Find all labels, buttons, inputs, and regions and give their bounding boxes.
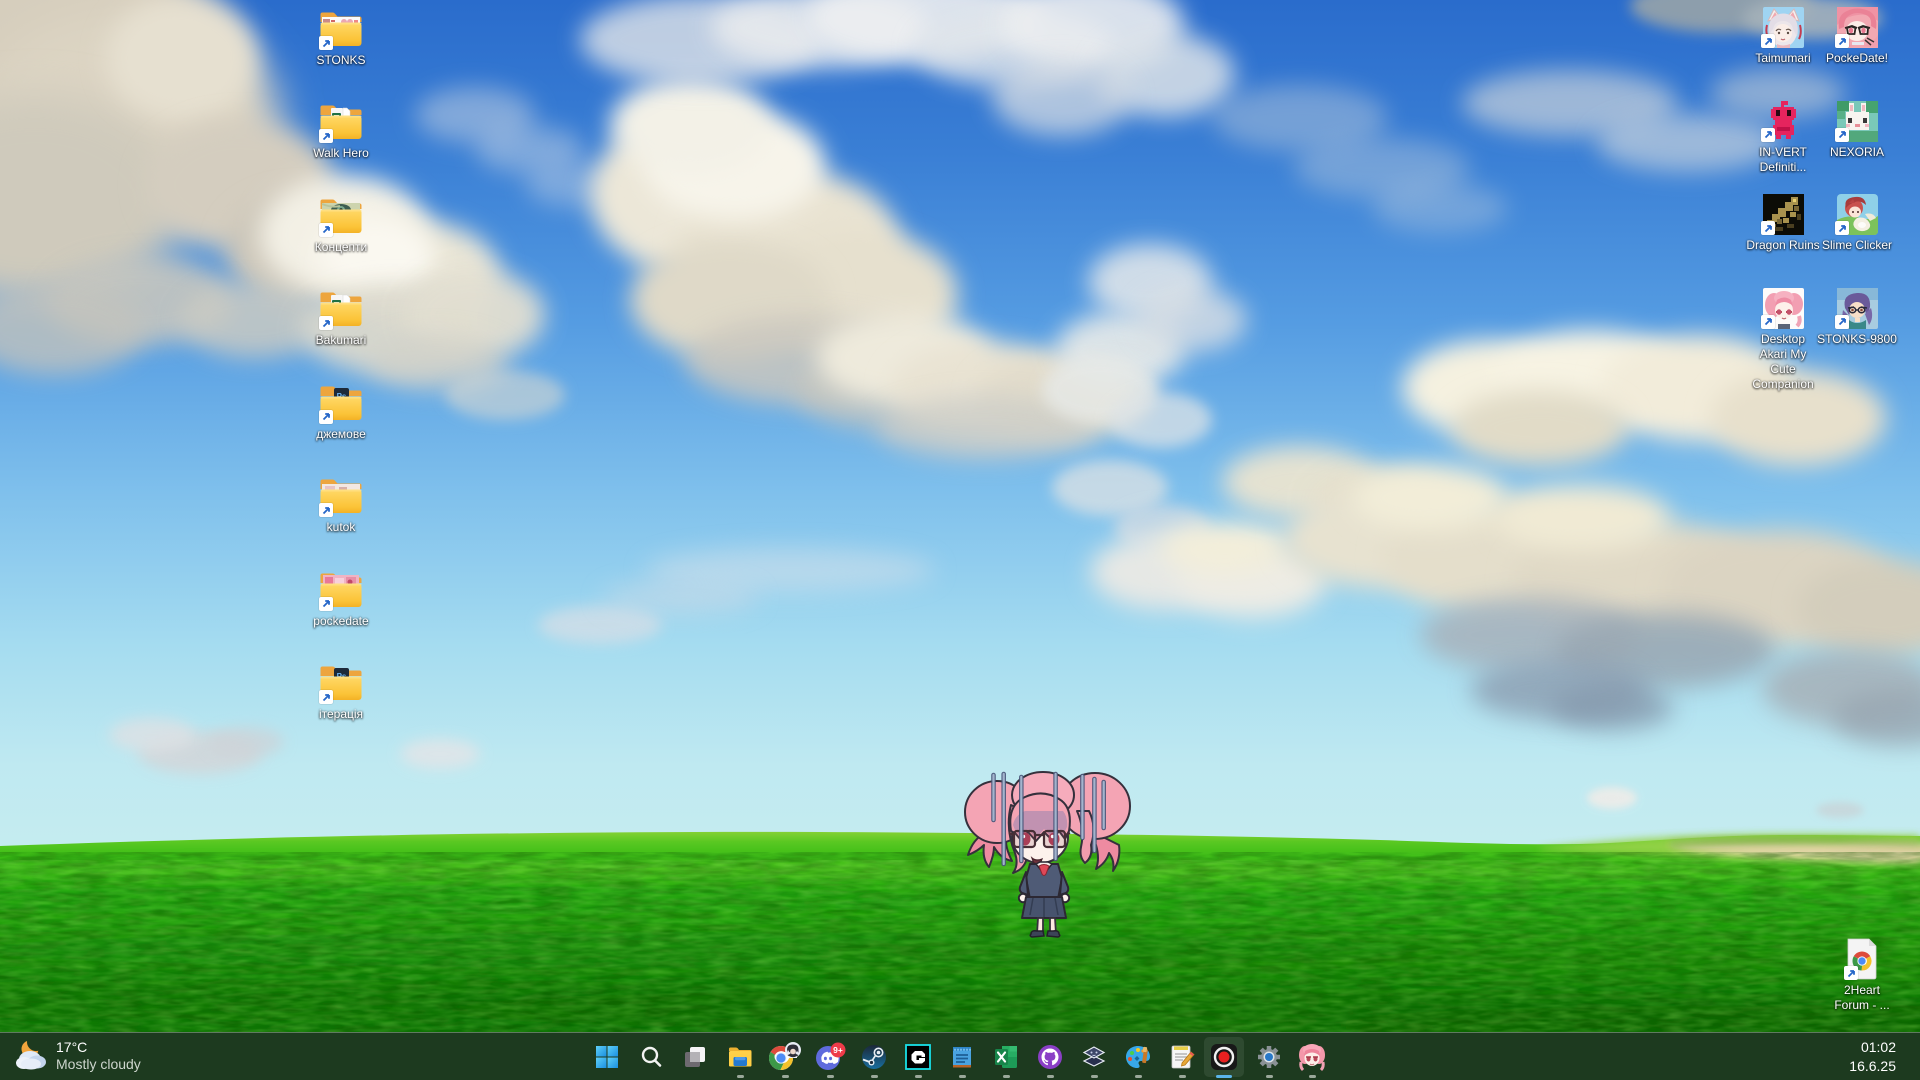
svg-text:9+: 9+ <box>833 1045 843 1055</box>
